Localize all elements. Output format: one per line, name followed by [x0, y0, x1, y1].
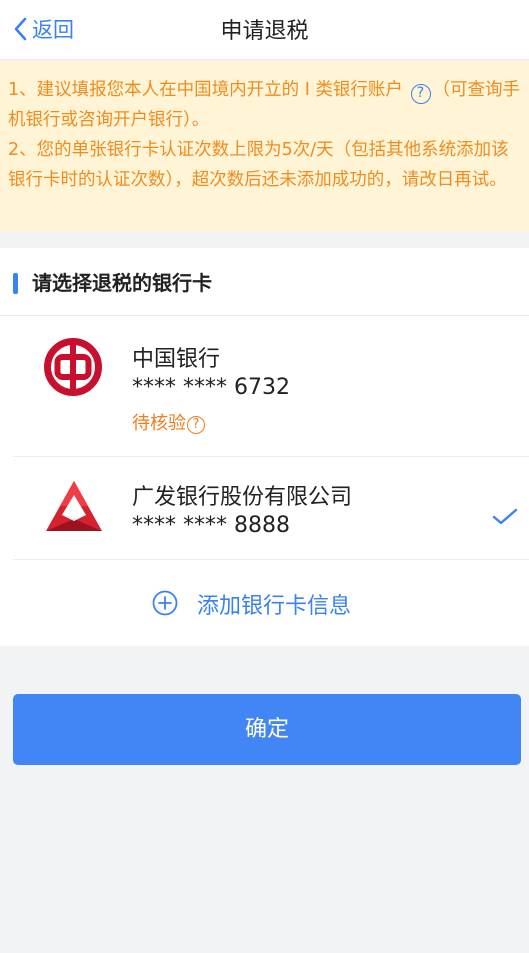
bank-name: 广发银行股份有限公司	[132, 485, 353, 510]
add-bank-card-button[interactable]: 添加银行卡信息	[0, 560, 529, 646]
bank-of-china-logo-icon	[44, 338, 102, 396]
help-icon[interactable]: ?	[410, 84, 431, 104]
notice-line-2: 2、您的单张银行卡认证次数上限为5次/天（包括其他系统添加该银行卡时的认证次数）…	[8, 140, 509, 190]
verification-status-label: 待核验	[132, 413, 186, 434]
bank-name: 中国银行	[132, 347, 221, 372]
notice-line-1-text: 1、建议填报您本人在中国境内开立的 I 类银行账户	[8, 80, 403, 100]
checkmark-icon	[492, 508, 518, 525]
nav-bar: 返回 申请退税	[0, 0, 529, 60]
notice-banner: 1、建议填报您本人在中国境内开立的 I 类银行账户 ? （可查询手机银行或咨询开户…	[0, 61, 529, 231]
bank-card-cgb[interactable]: 广发银行股份有限公司 **** **** 8888	[0, 457, 529, 559]
verification-status[interactable]: 待核验?	[132, 409, 205, 435]
section-accent-bar	[13, 273, 18, 294]
bank-card-number: **** **** 8888	[132, 513, 290, 538]
plus-circle-icon	[152, 590, 178, 616]
notice-line-1: 1、建议填报您本人在中国境内开立的 I 类银行账户 ? （可查询手机银行或咨询开户…	[8, 75, 521, 135]
section-title: 请选择退税的银行卡	[32, 271, 212, 295]
bank-card-boc[interactable]: 中国银行 **** **** 6732 待核验?	[0, 317, 529, 456]
section-header: 请选择退税的银行卡	[0, 248, 529, 316]
bank-card-number: **** **** 6732	[132, 375, 290, 400]
add-bank-card-label: 添加银行卡信息	[197, 594, 352, 619]
bank-card-section: 请选择退税的银行卡 中国银行 **** **** 6732 待核验? 广发银行股…	[0, 248, 529, 646]
confirm-button[interactable]: 确定	[13, 694, 521, 765]
status-help-icon: ?	[187, 416, 205, 434]
cgb-logo-icon	[46, 481, 102, 531]
page-title: 申请退税	[220, 19, 309, 44]
